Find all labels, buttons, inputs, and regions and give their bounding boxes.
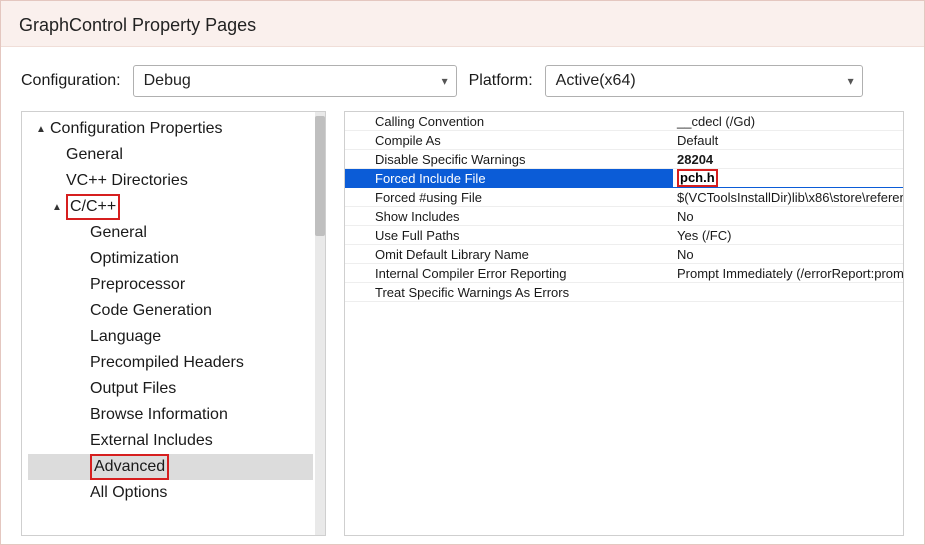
- property-value[interactable]: __cdecl (/Gd): [673, 114, 903, 129]
- property-value[interactable]: No: [673, 247, 903, 262]
- property-row-selected[interactable]: Forced Include File pch.h: [345, 169, 903, 188]
- tree-item-label: Advanced: [90, 454, 169, 480]
- tree-item-ccpp-language[interactable]: Language: [28, 324, 313, 350]
- tree-item-ccpp-preprocessor[interactable]: Preprocessor: [28, 272, 313, 298]
- config-row: Configuration: Debug ▾ Platform: Active(…: [1, 47, 924, 111]
- property-row[interactable]: Treat Specific Warnings As Errors: [345, 283, 903, 302]
- tree-scroll[interactable]: ▲ Configuration Properties General VC++ …: [22, 112, 315, 535]
- property-row[interactable]: Compile As Default: [345, 131, 903, 150]
- property-name: Use Full Paths: [345, 228, 673, 243]
- chevron-down-icon: ▾: [442, 74, 448, 88]
- property-name: Forced Include File: [345, 171, 673, 186]
- chevron-down-icon: ▾: [848, 74, 854, 88]
- configuration-combo[interactable]: Debug ▾: [133, 65, 457, 97]
- property-name: Show Includes: [345, 209, 673, 224]
- tree-item-ccpp-optimization[interactable]: Optimization: [28, 246, 313, 272]
- tree-item-ccpp[interactable]: ▲ C/C++: [28, 194, 313, 220]
- property-grid: Calling Convention __cdecl (/Gd) Compile…: [344, 111, 904, 536]
- tree-item-label: Output Files: [90, 380, 176, 398]
- tree-item-label: VC++ Directories: [66, 172, 188, 190]
- platform-value: Active(x64): [556, 72, 636, 90]
- tree-item-label: Language: [90, 328, 161, 346]
- property-row[interactable]: Omit Default Library Name No: [345, 245, 903, 264]
- tree-item-ccpp-browseinfo[interactable]: Browse Information: [28, 402, 313, 428]
- window-title: GraphControl Property Pages: [1, 1, 924, 47]
- property-value[interactable]: Prompt Immediately (/errorReport:prompt): [673, 266, 903, 281]
- tree-item-ccpp-outputfiles[interactable]: Output Files: [28, 376, 313, 402]
- body-area: ▲ Configuration Properties General VC++ …: [1, 111, 924, 536]
- tree-root-label: Configuration Properties: [50, 120, 223, 138]
- tree-item-general[interactable]: General: [28, 142, 313, 168]
- property-name: Forced #using File: [345, 190, 673, 205]
- collapse-icon[interactable]: ▲: [50, 202, 64, 213]
- tree-scrollbar[interactable]: [315, 112, 325, 535]
- tree-panel: ▲ Configuration Properties General VC++ …: [21, 111, 326, 536]
- tree-item-ccpp-general[interactable]: General: [28, 220, 313, 246]
- scrollbar-thumb[interactable]: [315, 116, 325, 236]
- property-row[interactable]: Disable Specific Warnings 28204: [345, 150, 903, 169]
- property-value[interactable]: No: [673, 209, 903, 224]
- property-name: Omit Default Library Name: [345, 247, 673, 262]
- tree-item-label: External Includes: [90, 432, 213, 450]
- tree-item-label: Code Generation: [90, 302, 212, 320]
- tree-item-label: Browse Information: [90, 406, 228, 424]
- collapse-icon[interactable]: ▲: [34, 124, 48, 135]
- property-value[interactable]: $(VCToolsInstallDir)lib\x86\store\refere…: [673, 190, 903, 205]
- tree-item-label: All Options: [90, 484, 167, 502]
- configuration-label: Configuration:: [21, 72, 121, 90]
- tree-item-label: Optimization: [90, 250, 179, 268]
- property-row[interactable]: Use Full Paths Yes (/FC): [345, 226, 903, 245]
- property-name: Calling Convention: [345, 114, 673, 129]
- platform-label: Platform:: [469, 72, 533, 90]
- tree-item-ccpp-advanced[interactable]: Advanced: [28, 454, 313, 480]
- property-value[interactable]: pch.h: [673, 169, 903, 187]
- tree-item-label: Preprocessor: [90, 276, 185, 294]
- property-name: Compile As: [345, 133, 673, 148]
- property-value[interactable]: Yes (/FC): [673, 228, 903, 243]
- property-name: Treat Specific Warnings As Errors: [345, 285, 673, 300]
- property-value[interactable]: 28204: [673, 152, 903, 167]
- tree-item-label: General: [66, 146, 123, 164]
- tree-item-ccpp-precompiled[interactable]: Precompiled Headers: [28, 350, 313, 376]
- configuration-value: Debug: [144, 72, 191, 90]
- tree-item-label: General: [90, 224, 147, 242]
- property-row[interactable]: Internal Compiler Error Reporting Prompt…: [345, 264, 903, 283]
- platform-combo[interactable]: Active(x64) ▾: [545, 65, 863, 97]
- property-value-text: pch.h: [677, 169, 718, 187]
- tree-item-ccpp-alloptions[interactable]: All Options: [28, 480, 313, 506]
- tree-item-vcdirs[interactable]: VC++ Directories: [28, 168, 313, 194]
- property-row[interactable]: Forced #using File $(VCToolsInstallDir)l…: [345, 188, 903, 207]
- property-row[interactable]: Show Includes No: [345, 207, 903, 226]
- tree-root[interactable]: ▲ Configuration Properties: [28, 116, 313, 142]
- property-name: Disable Specific Warnings: [345, 152, 673, 167]
- property-row[interactable]: Calling Convention __cdecl (/Gd): [345, 112, 903, 131]
- property-value[interactable]: Default: [673, 133, 903, 148]
- property-name: Internal Compiler Error Reporting: [345, 266, 673, 281]
- tree-item-label: C/C++: [66, 194, 120, 220]
- tree-item-ccpp-extincludes[interactable]: External Includes: [28, 428, 313, 454]
- tree-item-ccpp-codegen[interactable]: Code Generation: [28, 298, 313, 324]
- tree-item-label: Precompiled Headers: [90, 354, 244, 372]
